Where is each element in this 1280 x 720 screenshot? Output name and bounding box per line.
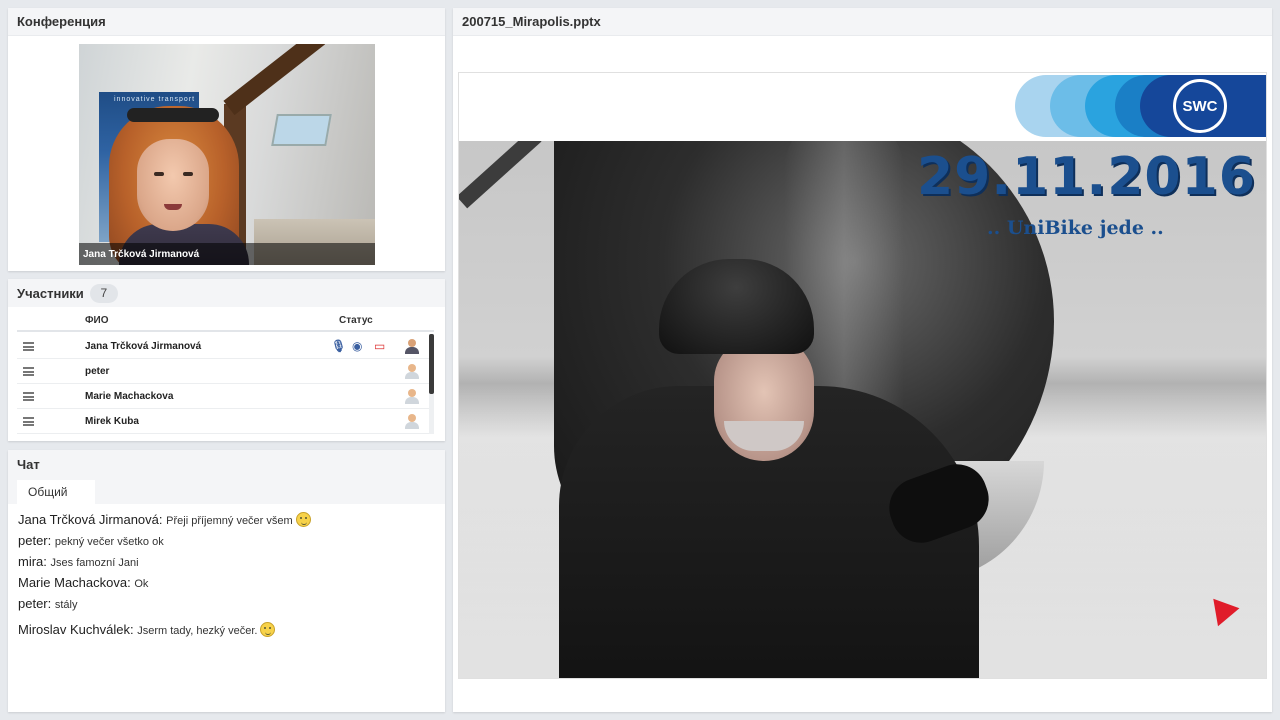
smile-icon <box>295 512 311 527</box>
column-name[interactable]: ФИО <box>85 315 109 326</box>
participant-row[interactable]: Jana Trčková Jirmanová 🎙 ◉ ▭ <box>17 334 434 359</box>
message-text: pekný večer všetko ok <box>54 536 164 548</box>
participants-panel: Участники 7 ФИО Статус Jana Trčková Jirm… <box>8 279 445 441</box>
slide-header: SWC <box>459 73 1266 141</box>
swc-logo-banner: SWC <box>1015 75 1266 137</box>
participants-list: Jana Trčková Jirmanová 🎙 ◉ ▭ peter Marie… <box>17 334 434 434</box>
presentation-title: 200715_Mirapolis.pptx <box>453 8 1272 36</box>
chat-message: Marie Machackova: Ok <box>18 575 438 596</box>
drag-handle-icon[interactable] <box>23 342 34 351</box>
message-author: Miroslav Kuchválek: <box>18 622 134 637</box>
participant-name: peter <box>85 366 110 377</box>
participant-name: Marie Machackova <box>85 391 174 402</box>
participant-row[interactable]: Mirek Kuba <box>17 409 434 434</box>
rail-structure <box>459 141 542 209</box>
chat-message: peter: stály <box>18 596 438 617</box>
column-status[interactable]: Статус <box>339 315 373 326</box>
conference-panel: Конференция innovative transport Jana Tr… <box>8 8 445 271</box>
conference-title: Конференция <box>8 8 445 36</box>
speaker-eye-left <box>154 172 164 176</box>
participants-count-badge: 7 <box>89 283 118 303</box>
sunglasses-on-head <box>127 108 219 122</box>
slide-subtitle: .. UniBike jede .. <box>987 217 1164 239</box>
drag-handle-icon[interactable] <box>23 417 34 426</box>
presentation-slide[interactable]: SWC 29.11.2016 .. UniBike jede .. <box>458 72 1267 679</box>
speaker-face <box>137 139 209 231</box>
screen-share-off-icon[interactable]: ▭ <box>374 339 385 353</box>
microphone-icon[interactable]: 🎙 <box>331 339 346 353</box>
drag-handle-icon[interactable] <box>23 367 34 376</box>
chat-tabs: Общий <box>8 478 445 504</box>
video-speaker-name: Jana Trčková Jirmanová <box>79 243 375 265</box>
tab-general[interactable]: Общий <box>17 480 95 504</box>
message-author: Jana Trčková Jirmanová: <box>18 512 163 527</box>
speaker-eye-right <box>183 172 193 176</box>
skylight <box>271 114 332 146</box>
webcam-icon[interactable]: ◉ <box>352 339 362 353</box>
user-icon <box>405 364 419 379</box>
participants-scrollbar[interactable] <box>429 334 434 434</box>
wooden-rafter <box>223 44 326 116</box>
message-author: Marie Machackova: <box>18 575 131 590</box>
chat-message: mira: Jses famozní Jani <box>18 554 438 575</box>
participants-table-header: ФИО Статус <box>17 312 434 332</box>
user-icon <box>405 389 419 404</box>
message-text: stály <box>54 599 78 611</box>
video-feed[interactable]: innovative transport Jana Trčková Jirman… <box>79 44 375 265</box>
chat-message: peter: pekný večer všetko ok <box>18 533 438 554</box>
chat-message: Jana Trčková Jirmanová: Přeji příjemný v… <box>18 512 438 533</box>
participants-header: Участники 7 <box>8 279 445 307</box>
participant-row[interactable]: peter <box>17 359 434 384</box>
message-author: peter: <box>18 596 52 611</box>
chat-message: Miroslav Kuchválek: Jserm tady, hezký ve… <box>18 622 438 643</box>
participants-title: Участники <box>17 285 84 301</box>
chat-messages: Jana Trčková Jirmanová: Přeji příjemný v… <box>18 512 438 643</box>
slide-date: 29.11.2016 <box>917 147 1256 207</box>
message-author: peter: <box>18 533 52 548</box>
participant-row[interactable]: Marie Machackova <box>17 384 434 409</box>
message-author: mira: <box>18 554 47 569</box>
drag-handle-icon[interactable] <box>23 392 34 401</box>
participant-name: Jana Trčková Jirmanová <box>85 341 202 352</box>
user-icon <box>405 414 419 429</box>
message-text: Jserm tady, hezký večer. <box>137 625 258 637</box>
message-text: Přeji příjemný večer všem <box>166 515 293 527</box>
swc-logo-icon: SWC <box>1173 79 1227 133</box>
presenter-user-icon <box>405 339 419 354</box>
grin-icon <box>260 622 276 637</box>
chat-panel: Чат Общий Jana Trčková Jirmanová: Přeji … <box>8 450 445 712</box>
participant-name: Mirek Kuba <box>85 416 139 427</box>
message-text: Jses famozní Jani <box>50 557 139 569</box>
poster-text: innovative transport <box>114 96 196 103</box>
presentation-panel: 200715_Mirapolis.pptx SWC 29.11.2016 .. <box>453 8 1272 712</box>
chat-title: Чат <box>8 450 445 478</box>
message-text: Ok <box>134 578 149 590</box>
scrollbar-thumb[interactable] <box>429 334 434 394</box>
slide-photo: 29.11.2016 .. UniBike jede .. <box>459 141 1266 678</box>
